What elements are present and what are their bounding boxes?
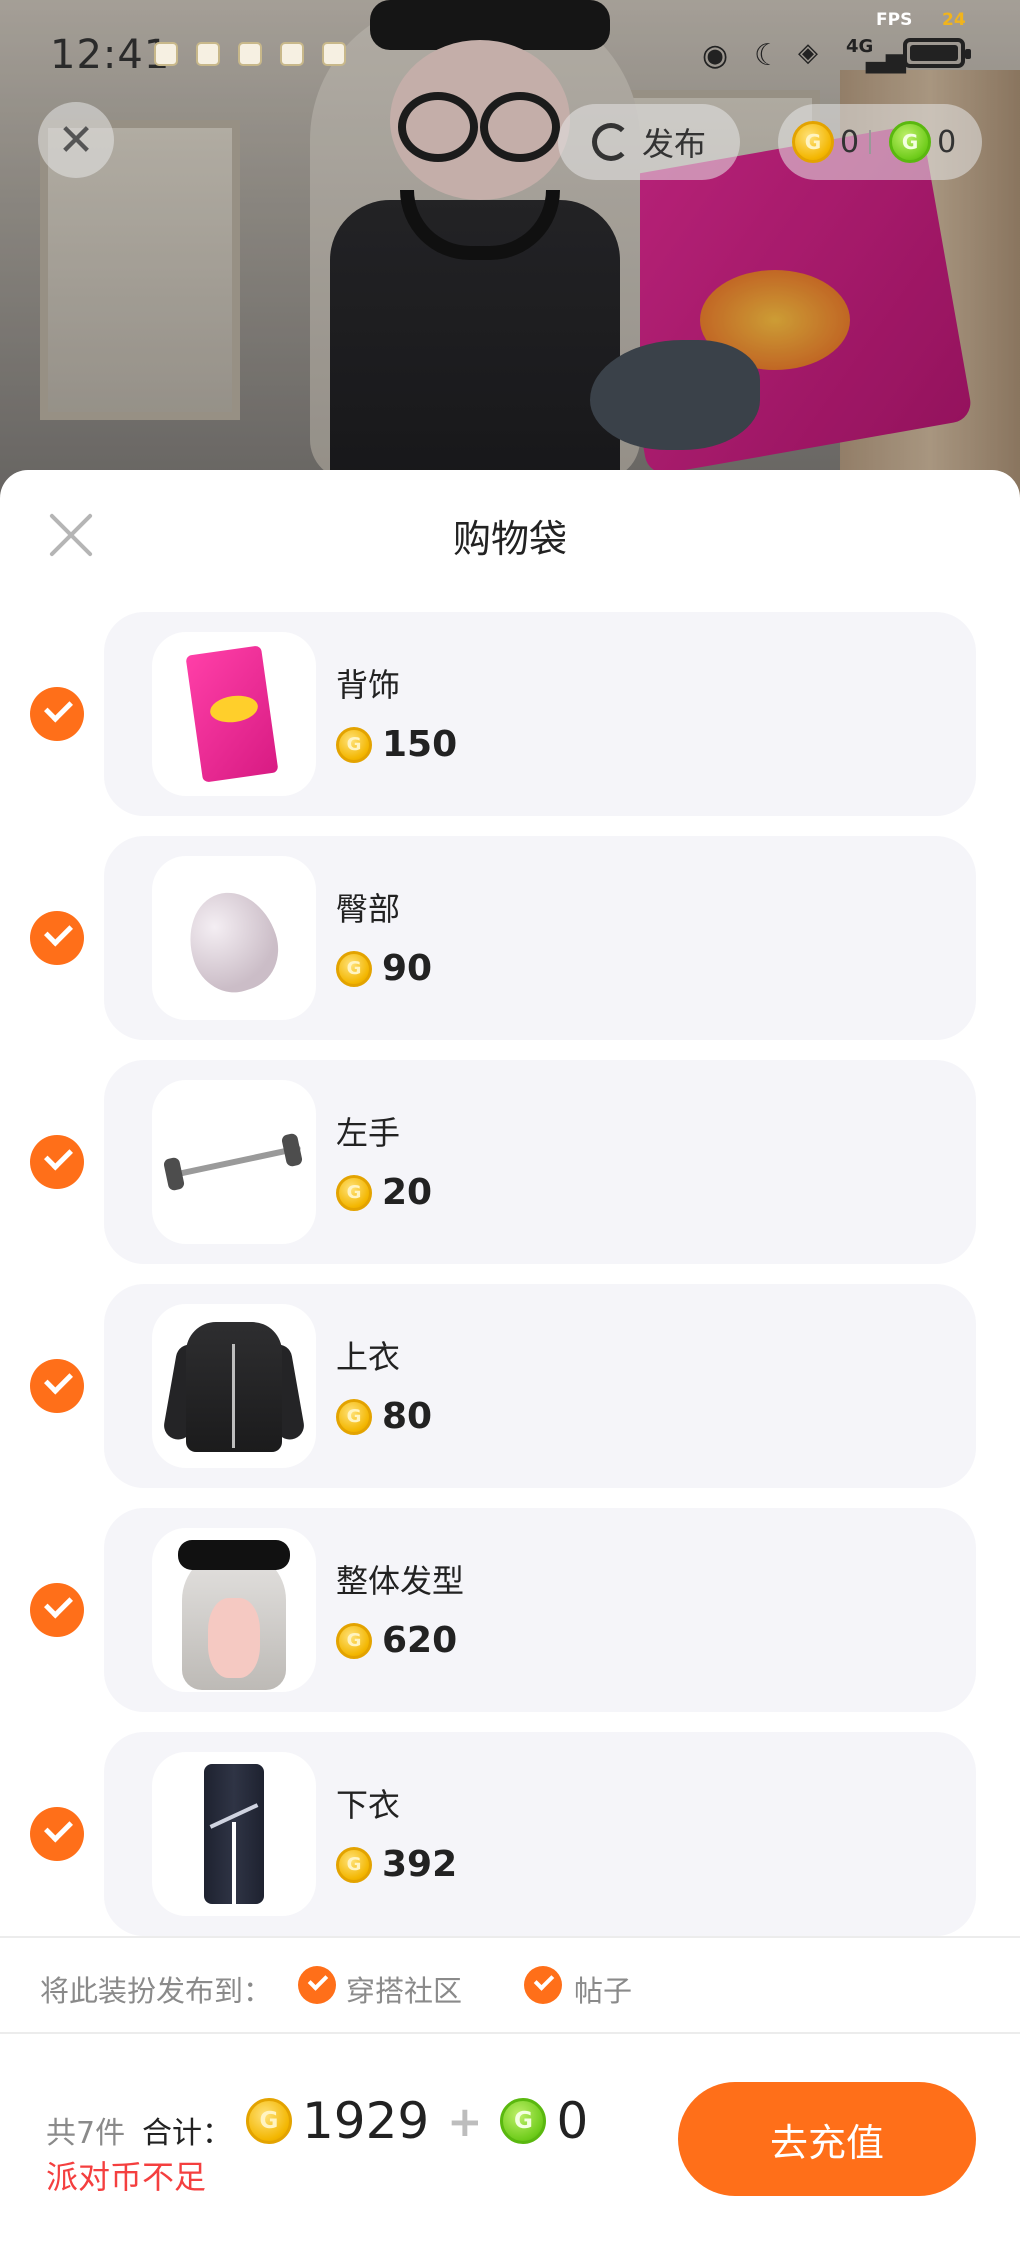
item-checkbox[interactable] xyxy=(30,687,84,741)
price-value: 392 xyxy=(382,1844,458,1885)
divider xyxy=(869,130,872,154)
price-value: 620 xyxy=(382,1620,458,1661)
coin-balance[interactable]: G 0 G 0 xyxy=(778,104,982,180)
publish-destination-label: 将此装扮发布到： xyxy=(40,1974,273,2008)
item-checkbox[interactable] xyxy=(30,1807,84,1861)
price-value: 80 xyxy=(382,1396,433,1437)
outfit-community-checkbox[interactable] xyxy=(298,1966,336,2004)
fps-label: FPS xyxy=(876,10,913,30)
price-value: 150 xyxy=(382,724,458,765)
green-total: 0 xyxy=(556,2092,589,2150)
item-price: G 392 xyxy=(336,1844,457,1885)
publish-label: 发布 xyxy=(641,125,706,163)
total-amount: G 1929 + G 0 xyxy=(246,2092,588,2150)
outfit-community-label: 穿搭社区 xyxy=(346,1974,463,2008)
item-name: 下衣 xyxy=(336,1786,401,1824)
gold-coin-icon: G xyxy=(336,1622,372,1659)
cart-item: 整体发型 G 620 xyxy=(0,1508,1020,1712)
item-price: G 90 xyxy=(336,948,432,989)
notification-icon xyxy=(154,42,178,66)
item-checkbox[interactable] xyxy=(30,1583,84,1637)
gold-coin-icon: G xyxy=(336,950,372,987)
battery-icon xyxy=(903,38,971,68)
cart-item: 臀部 G 90 xyxy=(0,836,1020,1040)
item-name: 整体发型 xyxy=(336,1562,465,1600)
item-checkbox[interactable] xyxy=(30,911,84,965)
total-label: 合计： xyxy=(142,2116,232,2151)
status-bar: 12:41 FPS 24 ◉ ☾ ◈ 4G ▃▅ xyxy=(0,0,1020,100)
price-value: 20 xyxy=(382,1172,433,1213)
item-name: 臀部 xyxy=(336,890,401,928)
item-count: 共7件 xyxy=(46,2116,126,2151)
checkout-footer: 共7件 合计： G 1929 + G 0 派对币不足 去充值 xyxy=(0,2034,1020,2250)
hoodie-icon xyxy=(152,1304,316,1468)
gold-coin-icon: G xyxy=(336,1846,372,1883)
publish-icon xyxy=(591,123,630,161)
green-coin-icon: G xyxy=(500,2098,547,2144)
item-card[interactable]: 整体发型 G 620 xyxy=(104,1508,976,1712)
item-name: 左手 xyxy=(336,1114,401,1152)
gold-coin-balance: 0 xyxy=(840,124,860,160)
item-price: G 620 xyxy=(336,1620,457,1661)
gold-coin-icon: G xyxy=(336,1174,372,1211)
price-value: 90 xyxy=(382,948,433,989)
insufficient-coins-warning: 派对币不足 xyxy=(46,2158,207,2196)
barbell-icon xyxy=(152,1080,316,1244)
gold-coin-icon: G xyxy=(336,726,372,763)
item-checkbox[interactable] xyxy=(30,1135,84,1189)
cart-item: 下衣 G 392 xyxy=(0,1732,1020,1936)
item-name: 背饰 xyxy=(336,666,401,704)
notification-icon xyxy=(196,42,220,66)
recharge-button[interactable]: 去充值 xyxy=(678,2082,976,2196)
gold-coin-icon: G xyxy=(792,121,834,163)
cart-item: 背饰 G 150 xyxy=(0,612,1020,816)
wifi-icon: ◈ xyxy=(798,38,818,68)
moon-icon: ☾ xyxy=(754,38,781,73)
signal-icon: ▃▅ xyxy=(866,44,906,74)
gold-coin-icon: G xyxy=(246,2098,292,2144)
egg-shape-icon xyxy=(152,856,316,1020)
notification-icon xyxy=(238,42,262,66)
close-scene-button[interactable]: ✕ xyxy=(38,102,114,178)
plus-sign: + xyxy=(447,2096,483,2146)
pants-icon xyxy=(152,1752,316,1916)
eye-icon: ◉ xyxy=(702,38,729,73)
close-icon: ✕ xyxy=(57,114,95,166)
item-checkbox[interactable] xyxy=(30,1359,84,1413)
post-label: 帖子 xyxy=(574,1974,633,2008)
item-price: G 80 xyxy=(336,1396,432,1437)
gold-total: 1929 xyxy=(302,2092,430,2150)
item-name: 上衣 xyxy=(336,1338,401,1376)
hairstyle-icon xyxy=(152,1528,316,1692)
status-time: 12:41 xyxy=(50,32,171,78)
post-checkbox[interactable] xyxy=(524,1966,562,2004)
fps-value: 24 xyxy=(942,10,966,30)
item-price: G 20 xyxy=(336,1172,432,1213)
notification-icon xyxy=(280,42,304,66)
publish-destination-row: 将此装扮发布到： 穿搭社区 帖子 xyxy=(0,1936,1020,2034)
sheet-title: 购物袋 xyxy=(452,517,567,561)
notification-icon xyxy=(322,42,346,66)
gold-coin-icon: G xyxy=(336,1398,372,1435)
chips-bag-icon xyxy=(152,632,316,796)
cart-item: 上衣 G 80 xyxy=(0,1284,1020,1488)
cart-item: 左手 G 20 xyxy=(0,1060,1020,1264)
item-card[interactable]: 上衣 G 80 xyxy=(104,1284,976,1488)
item-price: G 150 xyxy=(336,724,457,765)
green-coin-icon: G xyxy=(889,121,932,163)
item-card[interactable]: 左手 G 20 xyxy=(104,1060,976,1264)
item-card[interactable]: 下衣 G 392 xyxy=(104,1732,976,1936)
item-card[interactable]: 背饰 G 150 xyxy=(104,612,976,816)
publish-button[interactable]: 发布 xyxy=(558,104,740,180)
item-card[interactable]: 臀部 G 90 xyxy=(104,836,976,1040)
green-coin-balance: 0 xyxy=(937,124,957,160)
